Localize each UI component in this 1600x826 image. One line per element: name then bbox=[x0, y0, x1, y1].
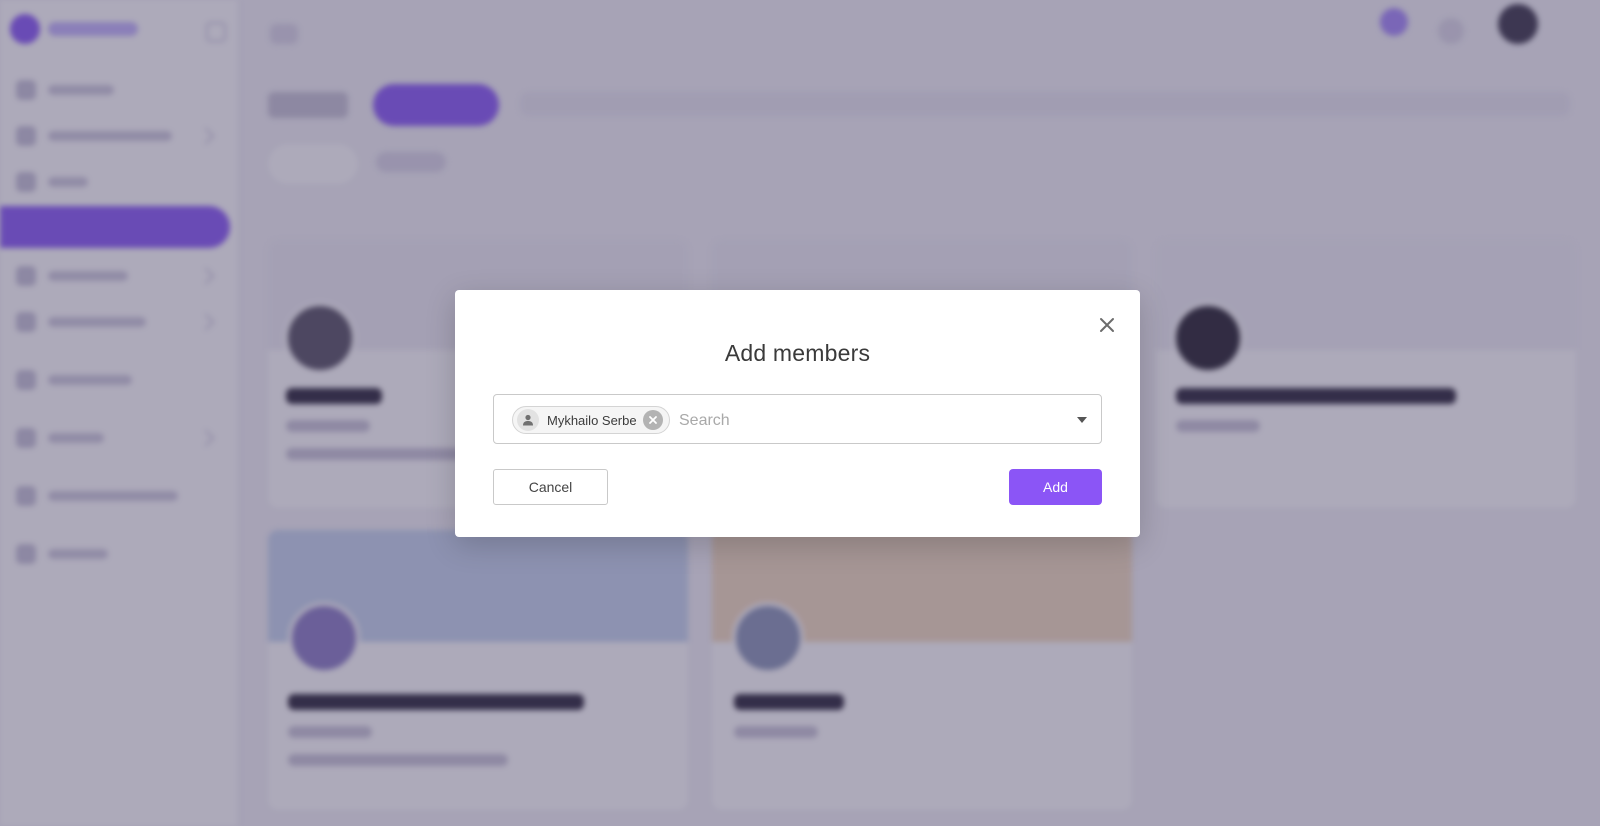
dialog-title: Add members bbox=[724, 340, 871, 366]
add-button[interactable]: Add bbox=[1009, 469, 1102, 505]
selected-member-tag: Mykhailo Serbe bbox=[512, 406, 670, 434]
remove-member-icon[interactable] bbox=[643, 410, 663, 430]
chevron-down-icon[interactable] bbox=[1077, 417, 1087, 423]
close-icon[interactable] bbox=[1096, 314, 1118, 336]
member-select[interactable]: Mykhailo Serbe bbox=[493, 394, 1102, 444]
selected-member-name: Mykhailo Serbe bbox=[547, 412, 637, 428]
add-members-dialog: Add members Mykhailo Serbe Cancel Add bbox=[455, 290, 1140, 537]
search-input[interactable] bbox=[677, 407, 1051, 435]
person-icon bbox=[517, 409, 539, 431]
cancel-button[interactable]: Cancel bbox=[493, 469, 608, 505]
